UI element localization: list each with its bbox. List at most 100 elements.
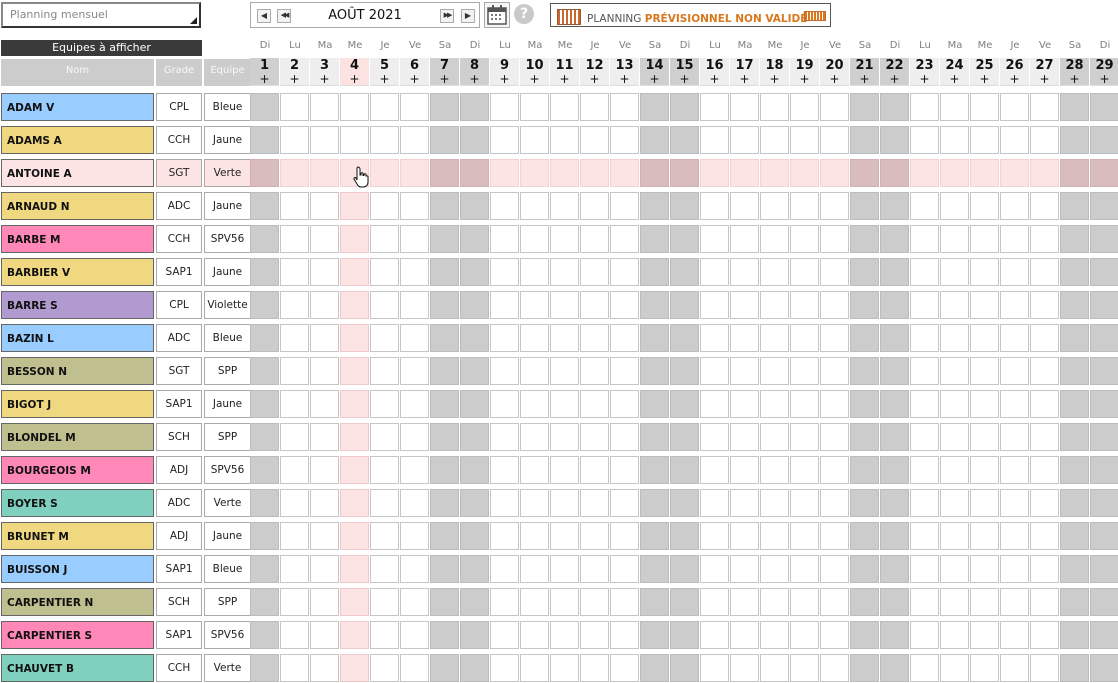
schedule-cell[interactable] (430, 423, 459, 451)
schedule-cell[interactable] (760, 390, 789, 418)
schedule-cell[interactable] (880, 225, 909, 253)
schedule-cell[interactable] (1000, 654, 1029, 682)
schedule-cell[interactable] (880, 159, 909, 187)
schedule-cell[interactable] (430, 555, 459, 583)
schedule-cell[interactable] (940, 93, 969, 121)
personnel-name[interactable]: BOYER S (1, 489, 154, 517)
schedule-cell[interactable] (430, 522, 459, 550)
schedule-cell[interactable] (280, 225, 309, 253)
schedule-cell[interactable] (520, 555, 549, 583)
schedule-cell[interactable] (580, 357, 609, 385)
schedule-cell[interactable] (460, 588, 489, 616)
day-header-3[interactable]: 3 + (310, 58, 339, 86)
day-header-23[interactable]: 23 + (910, 58, 939, 86)
schedule-cell[interactable] (940, 588, 969, 616)
schedule-cell[interactable] (460, 423, 489, 451)
schedule-cell[interactable] (760, 456, 789, 484)
schedule-cell[interactable] (280, 522, 309, 550)
schedule-cell[interactable] (850, 588, 879, 616)
schedule-cell[interactable] (280, 390, 309, 418)
schedule-cell[interactable] (670, 654, 699, 682)
schedule-cell[interactable] (640, 555, 669, 583)
schedule-cell[interactable] (970, 291, 999, 319)
schedule-cell[interactable] (1030, 555, 1059, 583)
schedule-cell[interactable] (310, 357, 339, 385)
schedule-cell[interactable] (490, 324, 519, 352)
schedule-cell[interactable] (850, 357, 879, 385)
schedule-cell[interactable] (790, 324, 819, 352)
schedule-cell[interactable] (670, 357, 699, 385)
schedule-cell[interactable] (340, 225, 369, 253)
schedule-cell[interactable] (1090, 588, 1118, 616)
schedule-cell[interactable] (760, 423, 789, 451)
schedule-cell[interactable] (700, 654, 729, 682)
schedule-cell[interactable] (460, 357, 489, 385)
schedule-cell[interactable] (490, 621, 519, 649)
schedule-cell[interactable] (970, 588, 999, 616)
schedule-cell[interactable] (670, 324, 699, 352)
schedule-cell[interactable] (760, 159, 789, 187)
schedule-cell[interactable] (940, 522, 969, 550)
schedule-cell[interactable] (850, 522, 879, 550)
schedule-cell[interactable] (640, 258, 669, 286)
schedule-cell[interactable] (1000, 522, 1029, 550)
schedule-cell[interactable] (460, 258, 489, 286)
schedule-cell[interactable] (400, 324, 429, 352)
schedule-cell[interactable] (550, 159, 579, 187)
schedule-cell[interactable] (940, 621, 969, 649)
schedule-cell[interactable] (490, 522, 519, 550)
personnel-name[interactable]: BIGOT J (1, 390, 154, 418)
schedule-cell[interactable] (460, 654, 489, 682)
schedule-cell[interactable] (850, 192, 879, 220)
schedule-cell[interactable] (790, 159, 819, 187)
schedule-cell[interactable] (400, 390, 429, 418)
schedule-cell[interactable] (1030, 423, 1059, 451)
schedule-cell[interactable] (820, 192, 849, 220)
schedule-cell[interactable] (580, 390, 609, 418)
schedule-cell[interactable] (250, 654, 279, 682)
schedule-cell[interactable] (250, 225, 279, 253)
prev-month-button[interactable]: ◀ (257, 9, 271, 23)
schedule-cell[interactable] (850, 390, 879, 418)
day-header-17[interactable]: 17 + (730, 58, 759, 86)
schedule-cell[interactable] (790, 126, 819, 154)
schedule-cell[interactable] (1060, 159, 1089, 187)
schedule-cell[interactable] (280, 423, 309, 451)
schedule-cell[interactable] (880, 621, 909, 649)
schedule-cell[interactable] (760, 258, 789, 286)
next-year-button[interactable]: ▶▶ (440, 9, 454, 23)
schedule-cell[interactable] (580, 258, 609, 286)
schedule-cell[interactable] (580, 93, 609, 121)
schedule-cell[interactable] (730, 225, 759, 253)
schedule-cell[interactable] (1000, 621, 1029, 649)
schedule-cell[interactable] (640, 159, 669, 187)
schedule-cell[interactable] (970, 621, 999, 649)
day-header-10[interactable]: 10 + (520, 58, 549, 86)
schedule-cell[interactable] (430, 357, 459, 385)
schedule-cell[interactable] (550, 357, 579, 385)
schedule-cell[interactable] (400, 555, 429, 583)
schedule-cell[interactable] (1030, 654, 1059, 682)
schedule-cell[interactable] (700, 291, 729, 319)
personnel-name[interactable]: BUISSON J (1, 555, 154, 583)
schedule-cell[interactable] (1060, 390, 1089, 418)
personnel-name[interactable]: ADAMS A (1, 126, 154, 154)
schedule-cell[interactable] (430, 324, 459, 352)
schedule-cell[interactable] (760, 192, 789, 220)
schedule-cell[interactable] (1090, 258, 1118, 286)
schedule-cell[interactable] (790, 621, 819, 649)
schedule-cell[interactable] (1030, 489, 1059, 517)
schedule-cell[interactable] (640, 93, 669, 121)
add-day-icon[interactable]: + (1090, 73, 1118, 85)
day-header-26[interactable]: 26 + (1000, 58, 1029, 86)
schedule-cell[interactable] (460, 522, 489, 550)
schedule-cell[interactable] (400, 423, 429, 451)
schedule-cell[interactable] (1060, 258, 1089, 286)
schedule-cell[interactable] (430, 390, 459, 418)
schedule-cell[interactable] (370, 390, 399, 418)
schedule-cell[interactable] (790, 390, 819, 418)
schedule-cell[interactable] (520, 126, 549, 154)
schedule-cell[interactable] (910, 654, 939, 682)
schedule-cell[interactable] (670, 258, 699, 286)
schedule-cell[interactable] (370, 588, 399, 616)
